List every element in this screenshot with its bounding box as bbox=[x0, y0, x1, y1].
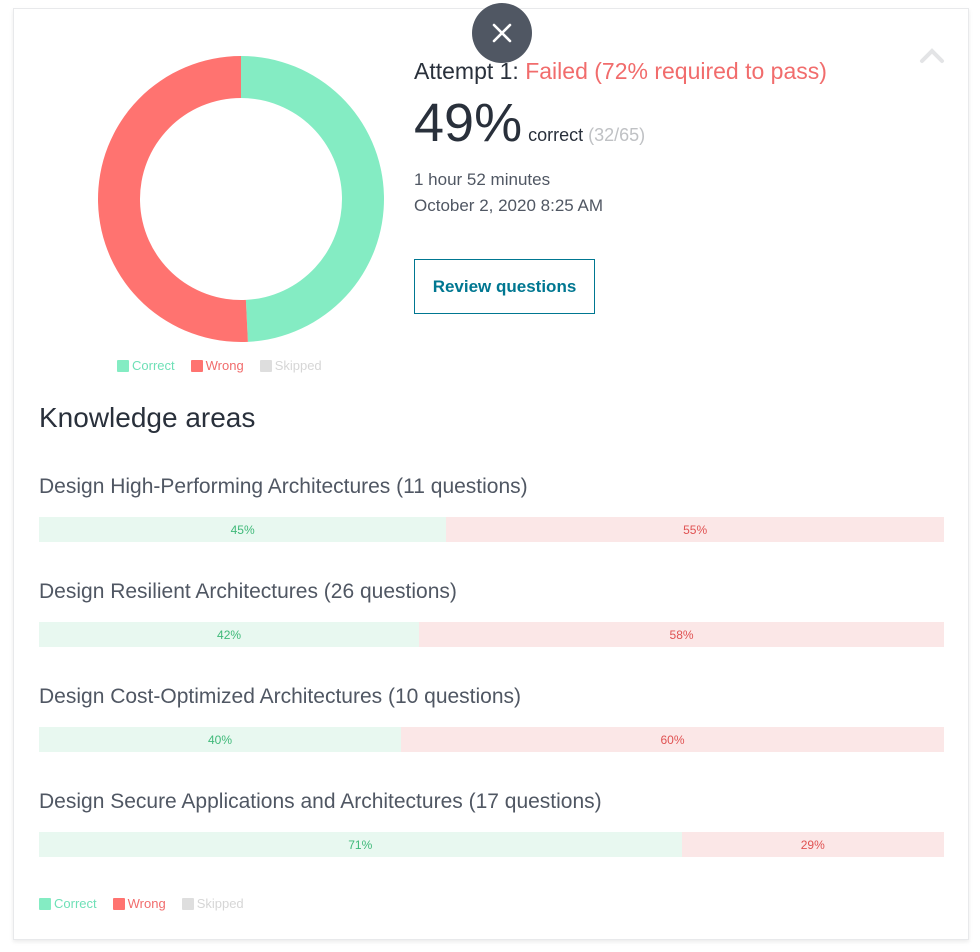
legend-swatch-skipped bbox=[259, 359, 272, 372]
knowledge-area-name: Design Cost-Optimized Architectures (10 … bbox=[39, 685, 522, 708]
close-icon bbox=[492, 23, 512, 43]
collapse-button[interactable] bbox=[917, 42, 947, 68]
legend-item-skipped: Skipped bbox=[181, 896, 244, 911]
score-percent: 49% bbox=[414, 93, 523, 153]
donut-segment-wrong bbox=[98, 56, 248, 342]
knowledge-area: Design High-Performing Architectures (11… bbox=[39, 475, 944, 542]
close-button[interactable] bbox=[472, 3, 532, 63]
knowledge-area: Design Resilient Architectures (26 quest… bbox=[39, 580, 944, 647]
bar-segment-correct: 40% bbox=[39, 727, 401, 752]
legend-item-correct: Correct bbox=[117, 358, 175, 373]
bar-segment-correct: 42% bbox=[39, 622, 420, 647]
bar-segment-wrong: 60% bbox=[401, 727, 944, 752]
review-questions-button[interactable]: Review questions bbox=[414, 259, 595, 314]
legend-label-skipped: Skipped bbox=[196, 896, 244, 911]
bar-segment-correct: 71% bbox=[39, 832, 682, 857]
legend-label-correct: Correct bbox=[54, 896, 97, 911]
knowledge-area-bar: 40% 60% bbox=[39, 727, 944, 752]
score-count: (32/65) bbox=[588, 125, 646, 145]
chevron-up-icon bbox=[920, 48, 944, 63]
legend-item-wrong: Wrong bbox=[190, 358, 244, 373]
legend-label-wrong: Wrong bbox=[205, 358, 244, 373]
legend-swatch-wrong bbox=[190, 359, 203, 372]
legend-item-skipped: Skipped bbox=[259, 358, 322, 373]
score-summary: 49% correct (32/65) bbox=[414, 96, 645, 150]
bar-segment-wrong: 55% bbox=[446, 517, 944, 542]
legend-swatch-wrong bbox=[112, 897, 125, 910]
knowledge-area: Design Secure Applications and Architect… bbox=[39, 790, 944, 857]
donut-legend: Correct Wrong Skipped bbox=[117, 358, 322, 373]
attempt-heading: Attempt 1: Failed (72% required to pass) bbox=[414, 58, 827, 85]
knowledge-area-name: Design Resilient Architectures (26 quest… bbox=[39, 580, 457, 603]
knowledge-area-bar: 45% 55% bbox=[39, 517, 944, 542]
score-donut-chart bbox=[96, 54, 386, 344]
legend-swatch-skipped bbox=[181, 897, 194, 910]
knowledge-legend: Correct Wrong Skipped bbox=[39, 896, 244, 911]
attempt-duration: 1 hour 52 minutes bbox=[414, 170, 551, 189]
knowledge-area-bar: 71% 29% bbox=[39, 832, 944, 857]
attempt-status: Failed (72% required to pass) bbox=[525, 58, 827, 84]
legend-label-correct: Correct bbox=[132, 358, 175, 373]
legend-swatch-correct bbox=[39, 897, 51, 910]
legend-label-wrong: Wrong bbox=[127, 896, 166, 911]
legend-swatch-correct bbox=[117, 359, 129, 372]
knowledge-area-name: Design Secure Applications and Architect… bbox=[39, 790, 602, 813]
attempt-date: October 2, 2020 8:25 AM bbox=[414, 196, 604, 215]
bar-segment-correct: 45% bbox=[39, 517, 447, 542]
knowledge-area: Design Cost-Optimized Architectures (10 … bbox=[39, 685, 944, 752]
donut-segment-correct bbox=[241, 56, 385, 342]
knowledge-areas-title: Knowledge areas bbox=[39, 402, 256, 433]
legend-label-skipped: Skipped bbox=[274, 358, 322, 373]
knowledge-area-name: Design High-Performing Architectures (11… bbox=[39, 475, 528, 498]
bar-segment-wrong: 29% bbox=[681, 832, 944, 857]
legend-item-wrong: Wrong bbox=[112, 896, 166, 911]
legend-item-correct: Correct bbox=[39, 896, 97, 911]
knowledge-area-bar: 42% 58% bbox=[39, 622, 944, 647]
bar-segment-wrong: 58% bbox=[419, 622, 944, 647]
score-correct-label: correct bbox=[528, 125, 584, 145]
